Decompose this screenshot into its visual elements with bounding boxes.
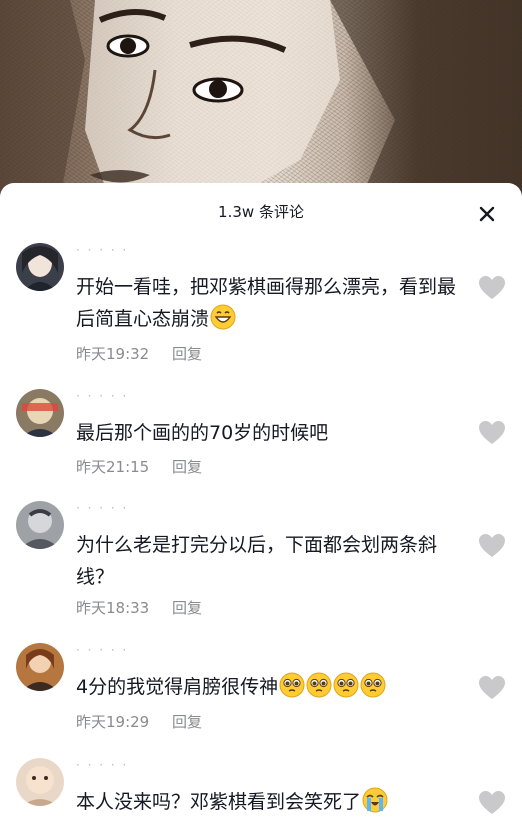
comment-body: 最后那个画的的70岁的时候吧 <box>76 422 329 444</box>
comment-meta: 昨天19:32 回复 <box>76 343 202 364</box>
comment-meta: 昨天19:29 回复 <box>76 711 202 732</box>
avatar[interactable] <box>16 643 64 691</box>
reply-button[interactable]: 回复 <box>172 599 202 617</box>
comment-time: 昨天18:33 <box>76 599 150 617</box>
reply-button[interactable]: 回复 <box>172 345 202 363</box>
comment-screen: 1.3w 条评论 · · · · · 开始一看哇，把邓紫棋画得那么漂亮，看到最后… <box>0 0 522 821</box>
username[interactable]: · · · · · <box>76 243 128 257</box>
comment-text: 4分的我觉得肩膀很传神 <box>76 671 456 703</box>
pleading-face-emoji <box>279 672 305 698</box>
comment-time: 昨天21:15 <box>76 458 150 476</box>
heart-icon[interactable] <box>478 420 506 446</box>
username[interactable]: · · · · · <box>76 389 128 403</box>
username[interactable]: · · · · · <box>76 758 128 772</box>
comment-meta: 昨天18:33 回复 <box>76 597 202 618</box>
comment-body: 4分的我觉得肩膀很传神 <box>76 676 279 698</box>
comment-text: 为什么老是打完分以后，下面都会划两条斜线？ <box>76 529 456 593</box>
pleading-face-emoji <box>333 672 359 698</box>
comment-text: 最后那个画的的70岁的时候吧 <box>76 417 456 449</box>
heart-icon[interactable] <box>478 790 506 816</box>
avatar[interactable] <box>16 243 64 291</box>
avatar[interactable] <box>16 501 64 549</box>
comment-meta: 昨天21:15 回复 <box>76 456 202 477</box>
avatar[interactable] <box>16 758 64 806</box>
sheet-header: 1.3w 条评论 <box>0 183 522 239</box>
close-icon[interactable] <box>476 203 498 225</box>
heart-icon[interactable] <box>478 275 506 301</box>
comment-text: 本人没来吗？邓紫棋看到会笑死了 <box>76 786 456 818</box>
comment-body: 开始一看哇，把邓紫棋画得那么漂亮，看到最后简直心态崩溃 <box>76 276 457 330</box>
comment-text: 开始一看哇，把邓紫棋画得那么漂亮，看到最后简直心态崩溃 <box>76 271 456 335</box>
video-background[interactable] <box>0 0 522 200</box>
portrait-sketch-image <box>0 0 522 200</box>
reply-button[interactable]: 回复 <box>172 458 202 476</box>
comment-body: 本人没来吗？邓紫棋看到会笑死了 <box>76 791 362 813</box>
pleading-face-emoji <box>306 672 332 698</box>
heart-icon[interactable] <box>478 533 506 559</box>
avatar[interactable] <box>16 389 64 437</box>
comment-time: 昨天19:32 <box>76 345 150 363</box>
pleading-face-emoji <box>360 672 386 698</box>
loudly-crying-face-emoji <box>362 787 388 813</box>
grinning-face-emoji <box>210 304 236 330</box>
comment-count-title: 1.3w 条评论 <box>218 203 304 221</box>
reply-button[interactable]: 回复 <box>172 713 202 731</box>
username[interactable]: · · · · · <box>76 643 128 657</box>
heart-icon[interactable] <box>478 675 506 701</box>
comment-body: 为什么老是打完分以后，下面都会划两条斜线？ <box>76 534 438 588</box>
username[interactable]: · · · · · <box>76 501 128 515</box>
comment-time: 昨天19:29 <box>76 713 150 731</box>
